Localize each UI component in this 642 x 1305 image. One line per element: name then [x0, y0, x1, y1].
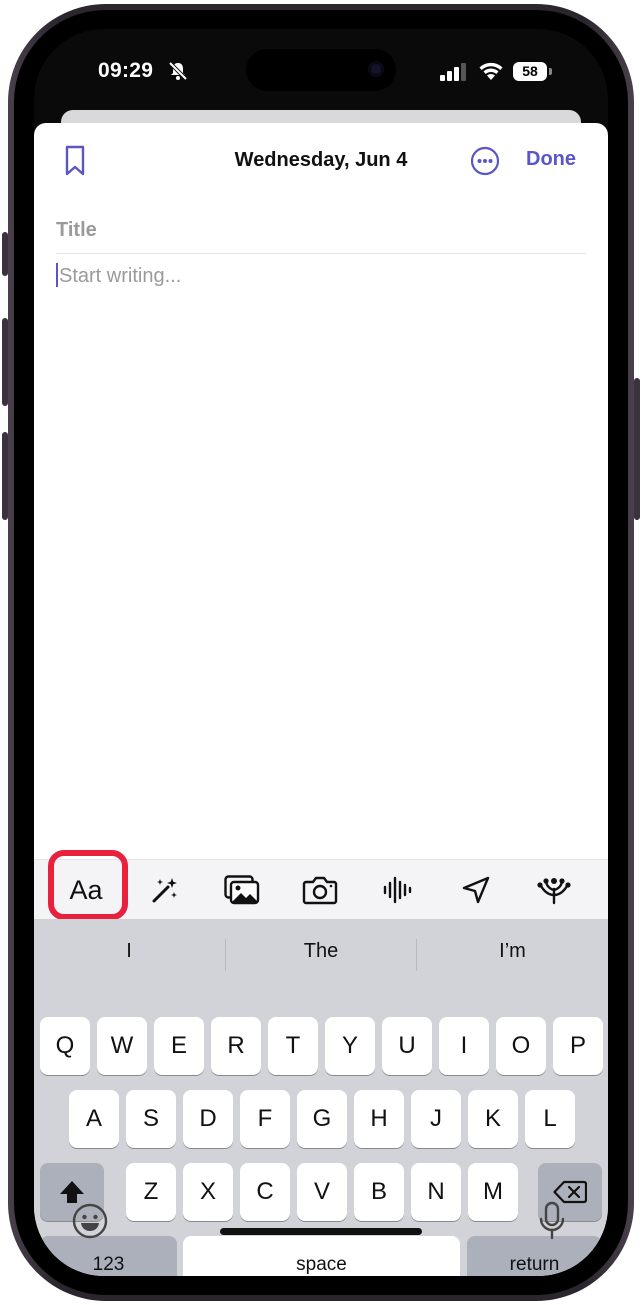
suggestion-3[interactable]: I’m	[417, 933, 608, 969]
highlight-annotation	[48, 850, 128, 920]
battery-tip	[549, 68, 552, 75]
location-arrow-icon	[462, 876, 490, 904]
key-p[interactable]: P	[553, 1017, 603, 1075]
key-k[interactable]: K	[468, 1090, 518, 1148]
photo-library-button[interactable]	[212, 860, 272, 920]
numbers-key[interactable]: 123	[40, 1236, 177, 1276]
space-key[interactable]: space	[183, 1236, 460, 1276]
key-q[interactable]: Q	[40, 1017, 90, 1075]
reflection-button[interactable]	[524, 860, 584, 920]
volume-down-button	[2, 432, 8, 520]
photo-library-icon	[224, 875, 260, 905]
entry-date[interactable]: Wednesday, Jun 4	[214, 149, 428, 172]
done-button[interactable]: Done	[526, 148, 576, 171]
key-c[interactable]: C	[240, 1163, 290, 1221]
key-y[interactable]: Y	[325, 1017, 375, 1075]
bookmark-icon[interactable]	[64, 145, 86, 177]
key-o[interactable]: O	[496, 1017, 546, 1075]
key-l[interactable]: L	[525, 1090, 575, 1148]
audio-recording-button[interactable]	[368, 860, 428, 920]
key-r[interactable]: R	[211, 1017, 261, 1075]
body-input[interactable]: Start writing...	[56, 263, 181, 288]
key-a[interactable]: A	[69, 1090, 119, 1148]
key-s[interactable]: S	[126, 1090, 176, 1148]
key-z[interactable]: Z	[126, 1163, 176, 1221]
journal-entry-sheet: Wednesday, Jun 4 Done Title Start writin…	[34, 123, 608, 1276]
key-u[interactable]: U	[382, 1017, 432, 1075]
volume-up-button	[2, 318, 8, 406]
action-button	[2, 232, 8, 276]
location-button[interactable]	[446, 860, 506, 920]
power-button	[634, 378, 640, 520]
key-d[interactable]: D	[183, 1090, 233, 1148]
home-indicator	[220, 1228, 422, 1235]
wifi-icon	[479, 62, 503, 80]
keyboard: I The I’m QWERTYUIOP ASDFGHJKL ZXCVBNM 1…	[34, 919, 608, 1276]
battery-icon: 58	[513, 62, 547, 81]
key-e[interactable]: E	[154, 1017, 204, 1075]
key-g[interactable]: G	[297, 1090, 347, 1148]
microphone-icon[interactable]	[538, 1201, 566, 1241]
key-f[interactable]: F	[240, 1090, 290, 1148]
status-bar: 09:29 58	[34, 29, 608, 109]
entry-header: Wednesday, Jun 4 Done	[34, 123, 608, 213]
camera-icon	[302, 876, 338, 905]
shift-icon	[60, 1181, 84, 1203]
key-n[interactable]: N	[411, 1163, 461, 1221]
text-caret	[56, 263, 58, 287]
status-time: 09:29	[98, 59, 154, 82]
bell-slash-icon	[168, 61, 188, 81]
suggestion-1[interactable]: I	[34, 933, 224, 969]
key-t[interactable]: T	[268, 1017, 318, 1075]
title-divider	[56, 253, 586, 254]
magic-wand-icon	[152, 878, 177, 903]
body-placeholder: Start writing...	[59, 265, 182, 287]
key-i[interactable]: I	[439, 1017, 489, 1075]
key-m[interactable]: M	[468, 1163, 518, 1221]
emoji-icon[interactable]	[72, 1203, 108, 1239]
title-input[interactable]: Title	[56, 219, 97, 242]
return-key[interactable]: return	[467, 1236, 602, 1276]
key-b[interactable]: B	[354, 1163, 404, 1221]
cellular-signal-icon	[440, 63, 466, 81]
reflection-icon	[537, 878, 571, 905]
key-x[interactable]: X	[183, 1163, 233, 1221]
suggestion-2[interactable]: The	[226, 933, 416, 969]
camera-button[interactable]	[290, 860, 350, 920]
audio-waveform-icon	[383, 876, 412, 904]
key-v[interactable]: V	[297, 1163, 347, 1221]
key-h[interactable]: H	[354, 1090, 404, 1148]
more-icon[interactable]	[470, 146, 500, 176]
key-j[interactable]: J	[411, 1090, 461, 1148]
front-camera	[368, 61, 384, 77]
screen: 09:29 58 Wednesday, Jun 4 Done Title Sta…	[34, 29, 608, 1276]
writing-prompt-button[interactable]	[135, 860, 195, 920]
key-w[interactable]: W	[97, 1017, 147, 1075]
